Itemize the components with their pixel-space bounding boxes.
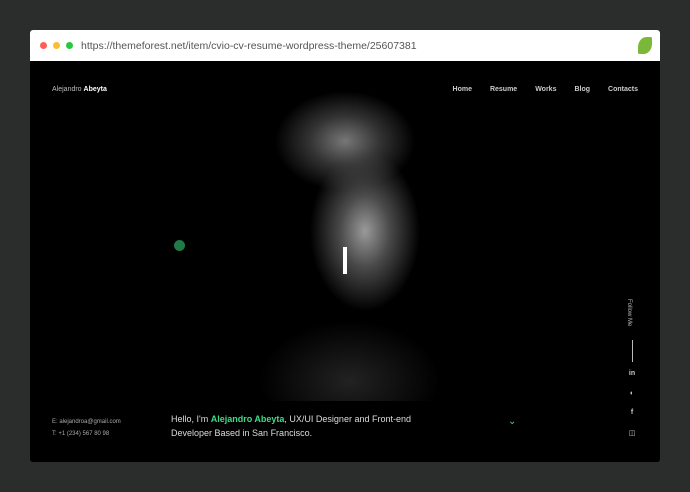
logo-first: Alejandro <box>52 86 82 93</box>
nav-resume[interactable]: Resume <box>490 86 517 93</box>
portrait-photo <box>250 61 440 401</box>
intro-pre: Hello, I'm <box>171 414 211 424</box>
main-nav: Home Resume Works Blog Contacts <box>453 86 638 93</box>
logo-last: Abeyta <box>83 86 107 93</box>
maximize-button[interactable] <box>66 42 73 49</box>
nav-blog[interactable]: Blog <box>574 86 590 93</box>
address-bar: https://themeforest.net/item/cvio-cv-res… <box>30 30 660 61</box>
nav-home[interactable]: Home <box>453 86 472 93</box>
hero-section: Alejandro Abeyta Home Resume Works Blog … <box>30 61 660 462</box>
follow-divider <box>632 340 633 362</box>
linkedin-icon[interactable]: in <box>626 370 638 377</box>
scroll-down-chevron-icon[interactable]: ⌄ <box>508 416 516 427</box>
email-text[interactable]: E: alejandroa@gmail.com <box>52 416 121 428</box>
site-logo[interactable]: Alejandro Abeyta <box>52 86 107 93</box>
green-dot-decoration <box>174 240 185 251</box>
contact-info: E: alejandroa@gmail.com T: +1 (234) 567 … <box>52 416 121 440</box>
url-text[interactable]: https://themeforest.net/item/cvio-cv-res… <box>81 40 417 52</box>
text-cursor-decoration <box>343 247 347 274</box>
facebook-icon[interactable]: f <box>626 409 638 416</box>
intro-text: Hello, I'm Alejandro Abeyta, UX/UI Desig… <box>171 412 411 440</box>
nav-contacts[interactable]: Contacts <box>608 86 638 93</box>
github-icon[interactable]: ◐ <box>626 390 638 397</box>
close-button[interactable] <box>40 42 47 49</box>
intro-name: Alejandro Abeyta <box>210 414 285 424</box>
browser-window: https://themeforest.net/item/cvio-cv-res… <box>30 30 660 462</box>
envato-leaf-icon <box>638 37 652 54</box>
nav-works[interactable]: Works <box>535 86 556 93</box>
follow-me-label: Follow Me <box>626 299 632 327</box>
minimize-button[interactable] <box>53 42 60 49</box>
phone-text: T: +1 (234) 567 80 98 <box>52 431 110 437</box>
instagram-icon[interactable]: ◫ <box>626 429 638 437</box>
